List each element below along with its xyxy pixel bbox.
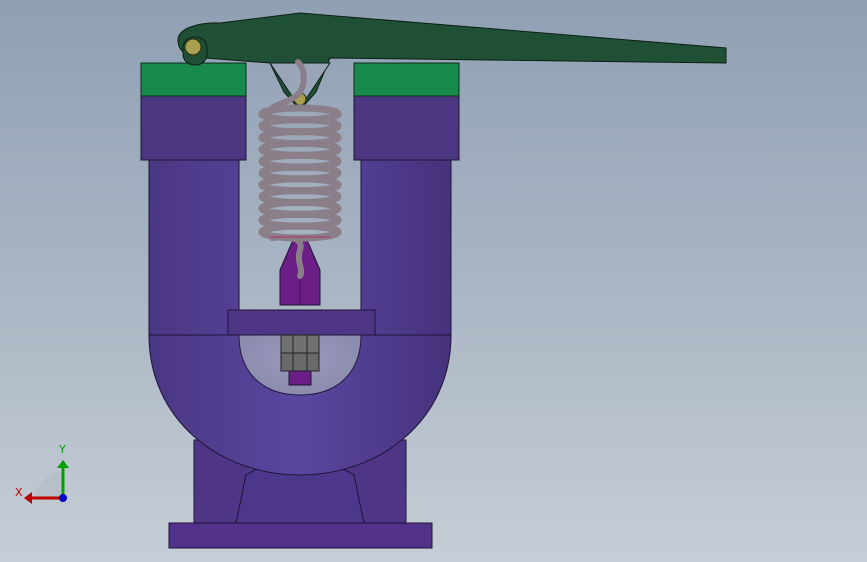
cad-model-view[interactable] (0, 0, 867, 562)
y-axis-arrowhead (57, 460, 69, 468)
base-plate (168, 522, 433, 549)
coordinate-triad-icon (24, 460, 69, 504)
y-axis-label: Y (59, 443, 66, 456)
graphics-viewport[interactable]: Y X (0, 0, 867, 562)
spring-coil (258, 222, 342, 242)
x-axis-arrowhead (24, 492, 32, 504)
left-upper-block (140, 95, 247, 161)
z-axis-dot (59, 494, 67, 502)
bolt-end (288, 370, 312, 386)
right-upper-block (353, 95, 460, 161)
crossbar-plate (227, 309, 376, 336)
spring-coils (258, 104, 342, 242)
x-axis-label: X (15, 486, 23, 499)
hex-nut-upper (280, 334, 320, 354)
lever-pivot-pin (184, 38, 202, 56)
right-green-cap (353, 62, 460, 97)
hex-nut-lower (280, 352, 320, 372)
left-green-cap (140, 62, 247, 97)
